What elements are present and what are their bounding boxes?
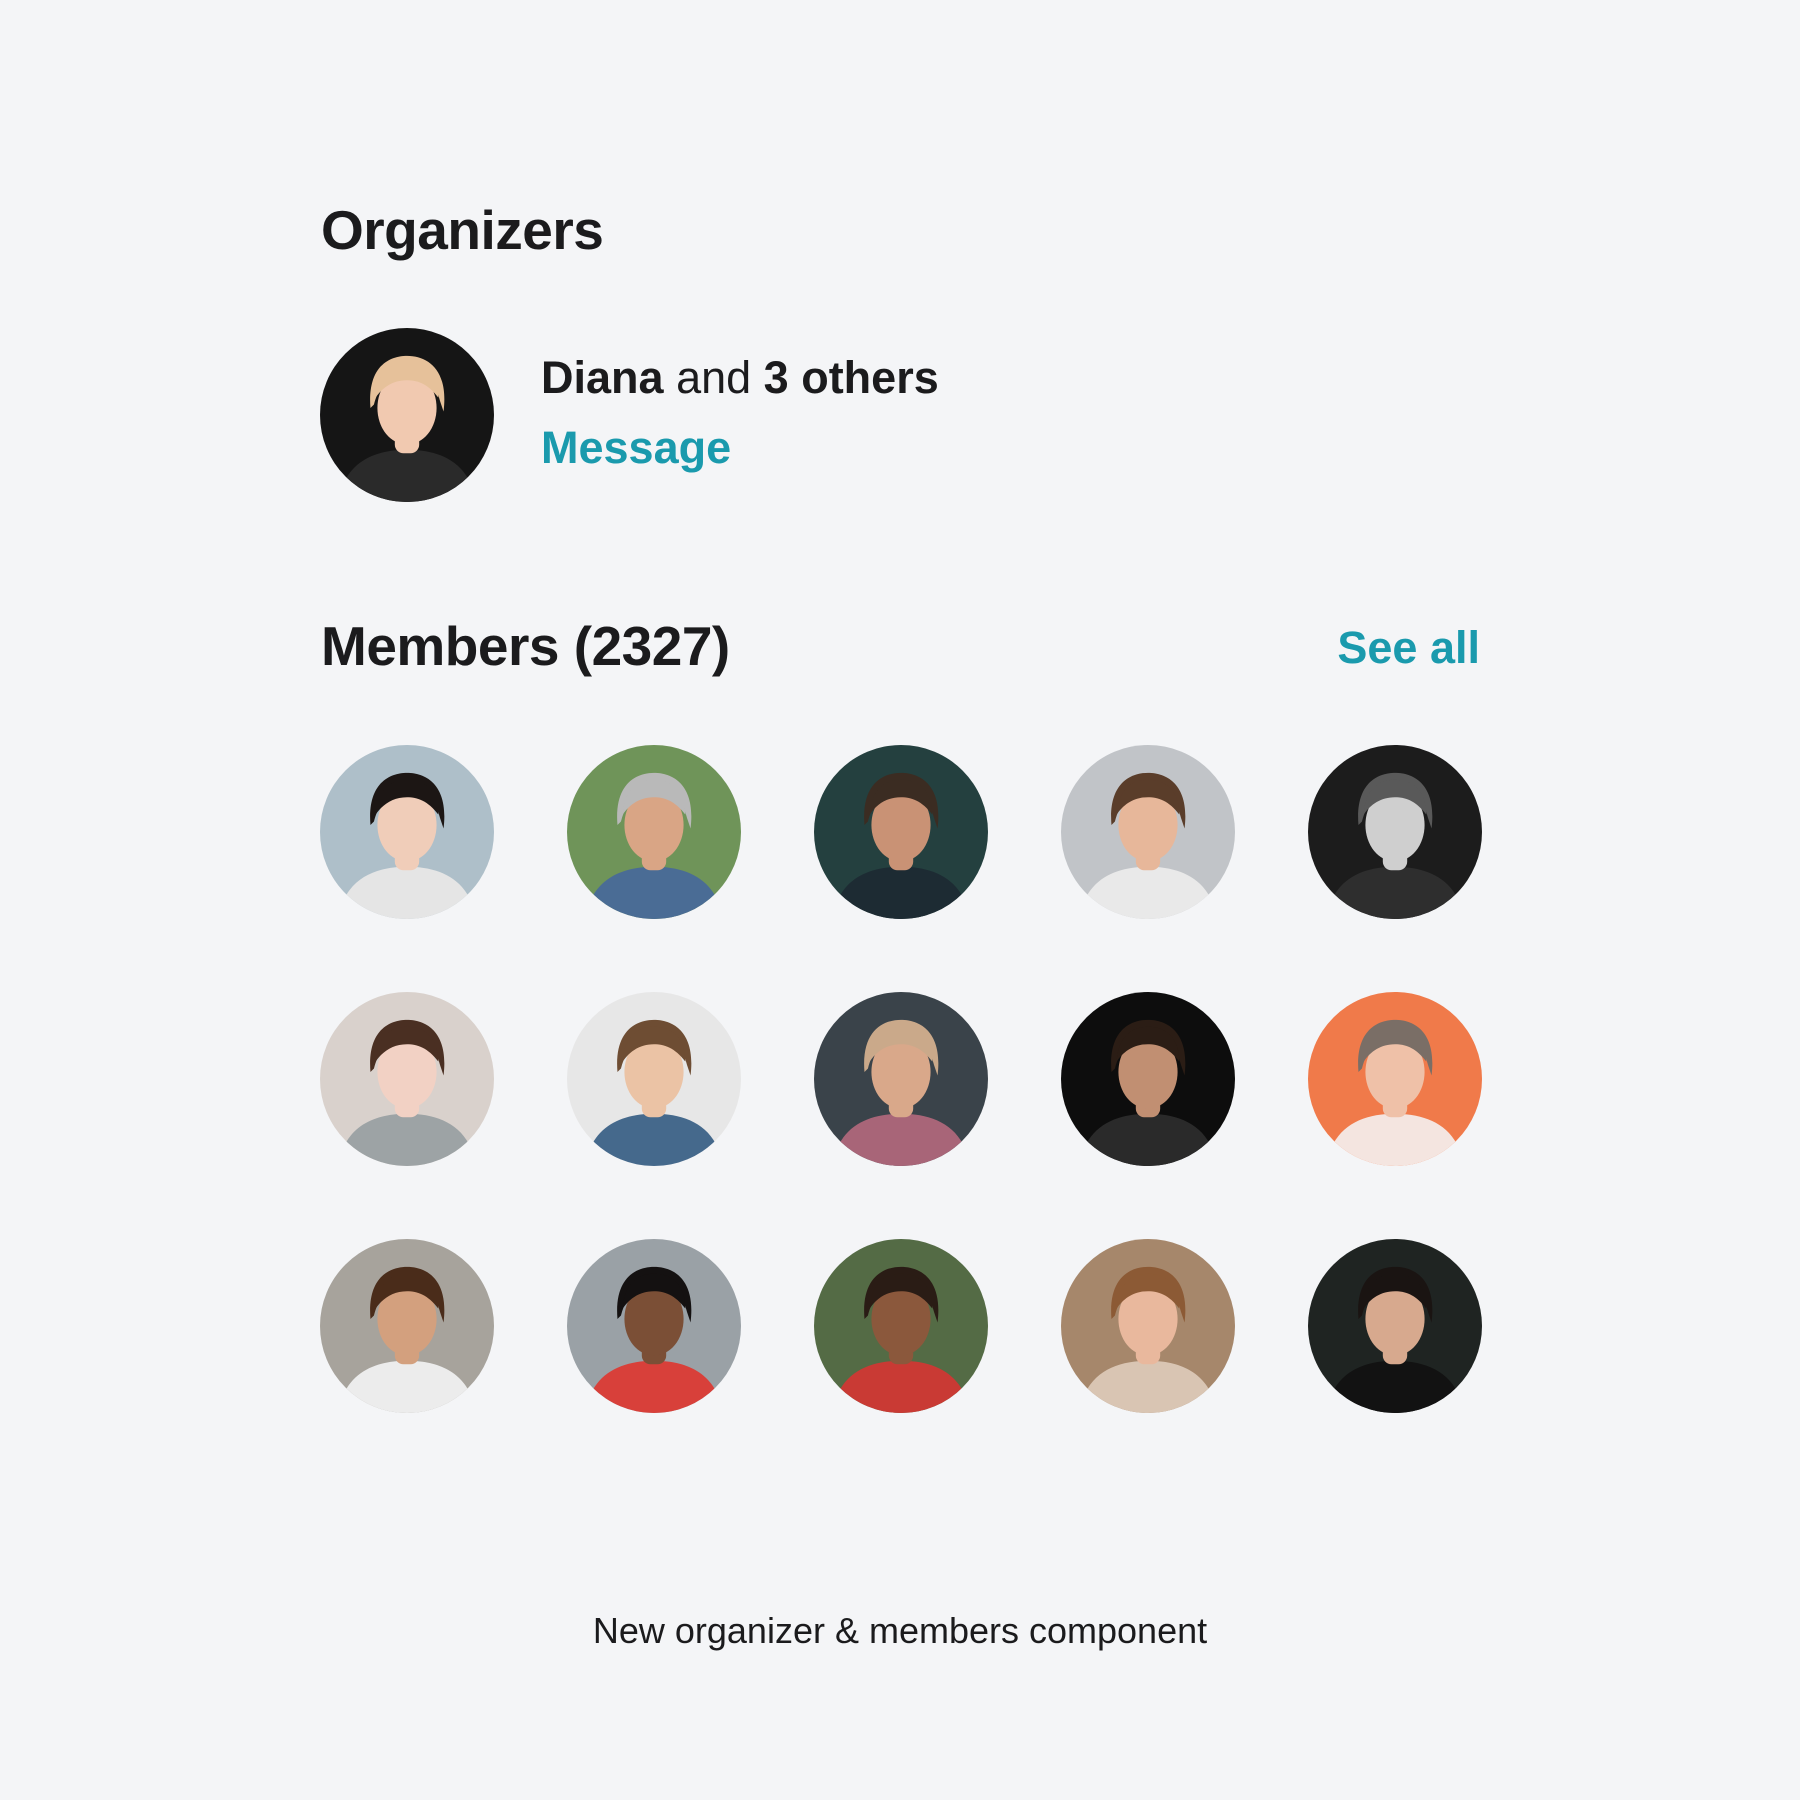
member-avatar[interactable] xyxy=(567,1239,741,1413)
member-avatar[interactable] xyxy=(567,745,741,919)
members-grid xyxy=(320,745,1482,1413)
person-photo-icon xyxy=(814,992,988,1166)
organizer-avatar[interactable] xyxy=(320,328,494,502)
member-avatar[interactable] xyxy=(814,1239,988,1413)
member-avatar[interactable] xyxy=(1308,992,1482,1166)
person-photo-icon xyxy=(567,745,741,919)
organizer-connector: and xyxy=(676,352,752,403)
caption: New organizer & members component xyxy=(592,1610,1208,1651)
organizer-info: Diana and 3 others Message xyxy=(541,355,939,470)
person-photo-icon xyxy=(1061,745,1235,919)
member-avatar[interactable] xyxy=(567,992,741,1166)
person-photo-icon xyxy=(320,992,494,1166)
organizers-heading: Organizers xyxy=(321,199,604,261)
members-heading: Members (2327) xyxy=(321,615,730,677)
organizer-others[interactable]: 3 others xyxy=(764,352,939,403)
person-photo-icon xyxy=(1308,992,1482,1166)
member-avatar[interactable] xyxy=(1308,745,1482,919)
member-avatar[interactable] xyxy=(1061,745,1235,919)
see-all-link[interactable]: See all xyxy=(1337,625,1480,670)
person-photo-icon xyxy=(814,745,988,919)
person-photo-icon xyxy=(320,328,494,502)
organizer-name[interactable]: Diana xyxy=(541,352,664,403)
member-avatar[interactable] xyxy=(1061,992,1235,1166)
person-photo-icon xyxy=(320,745,494,919)
member-avatar[interactable] xyxy=(814,745,988,919)
person-photo-icon xyxy=(320,1239,494,1413)
message-link[interactable]: Message xyxy=(541,425,731,470)
person-photo-icon xyxy=(1308,745,1482,919)
person-photo-icon xyxy=(1061,1239,1235,1413)
member-avatar[interactable] xyxy=(1061,1239,1235,1413)
person-photo-icon xyxy=(814,1239,988,1413)
organizer-summary: Diana and 3 others xyxy=(541,355,939,400)
person-photo-icon xyxy=(1061,992,1235,1166)
person-photo-icon xyxy=(567,1239,741,1413)
member-avatar[interactable] xyxy=(814,992,988,1166)
member-avatar[interactable] xyxy=(1308,1239,1482,1413)
person-photo-icon xyxy=(1308,1239,1482,1413)
member-avatar[interactable] xyxy=(320,992,494,1166)
member-avatar[interactable] xyxy=(320,1239,494,1413)
person-photo-icon xyxy=(567,992,741,1166)
member-avatar[interactable] xyxy=(320,745,494,919)
